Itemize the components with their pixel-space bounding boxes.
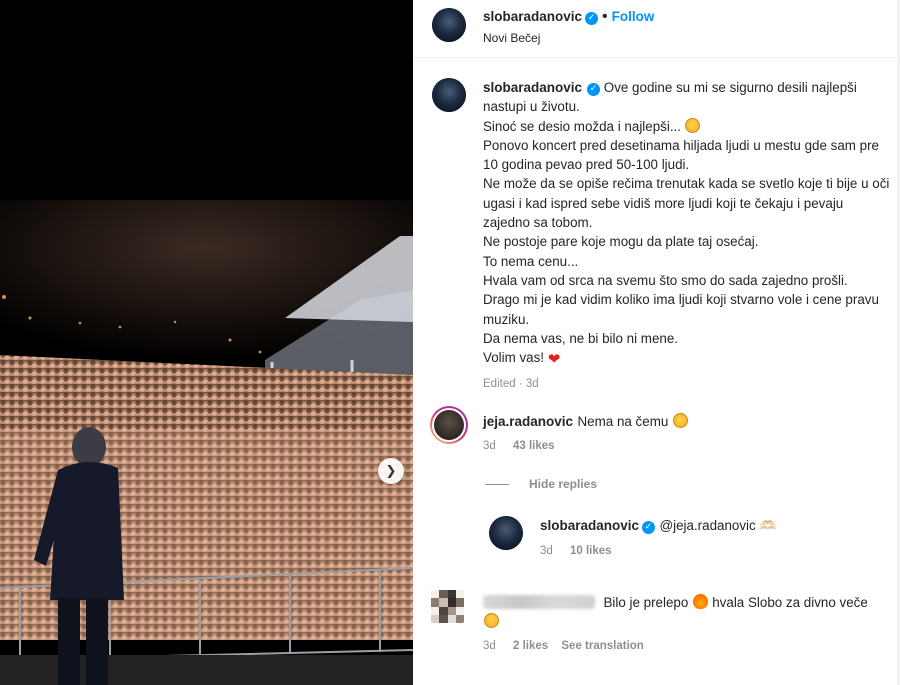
- post-details-panel: slobaradanovic ✓ • Follow Novi Bečej slobar…: [413, 0, 900, 685]
- hide-replies-button[interactable]: Hide replies: [485, 477, 597, 491]
- verified-badge-icon: ✓: [642, 521, 656, 534]
- grinning-face-emoji-icon: [672, 413, 688, 428]
- reply-1-likes[interactable]: 10 likes: [570, 545, 612, 557]
- caption-line-9: Da nema vas, ne bi bilo ni mene.: [483, 330, 679, 346]
- comment-2-emoji-line: [484, 613, 499, 631]
- post-photo[interactable]: ❯: [0, 0, 413, 685]
- caption-line-7: Hvala vam od srca na svemu što smo do sa…: [483, 272, 848, 288]
- caption-line-6: To nema cenu...: [483, 253, 579, 269]
- caption-line-2: Sinoć se desio možda i najlepši...: [483, 118, 681, 134]
- post-caption: slobaradanovic ✓ Ove godine su mi se sigu…: [483, 78, 893, 395]
- reply-1-meta: 3d 10 likes: [540, 545, 612, 557]
- reply-1-text: @jeja.radanovic 🫶🏻: [659, 518, 777, 533]
- avatar[interactable]: [432, 8, 466, 42]
- caption-meta: Edited · 3d: [483, 378, 539, 391]
- caption-username[interactable]: slobaradanovic: [483, 80, 582, 95]
- blurred-username[interactable]: [483, 595, 595, 609]
- caption-line-5: Ne postoje pare koje mogu da plate taj o…: [483, 234, 759, 250]
- chevron-right-icon[interactable]: ❯: [378, 458, 404, 484]
- comment-1-likes[interactable]: 43 likes: [513, 440, 555, 452]
- reply-1-username[interactable]: slobaradanovic: [540, 518, 639, 533]
- caption-line-8: Drago mi je kad vidim koliko ima ljudi k…: [483, 292, 879, 327]
- verified-badge-icon: ✓: [587, 83, 601, 96]
- see-translation-button[interactable]: See translation: [561, 640, 643, 652]
- caption-line-4: Ne može da se opiše rečima trenutak kada…: [483, 176, 890, 231]
- comment-2-text-after: hvala Slobo za divno veče: [712, 595, 868, 610]
- commenter-2-avatar[interactable]: [431, 590, 464, 623]
- hide-replies-label: Hide replies: [529, 477, 598, 491]
- caption-line-3: Ponovo koncert pred desetinama hiljada l…: [483, 137, 879, 173]
- red-heart-emoji-icon: ❤: [547, 350, 561, 369]
- commenter-avatar[interactable]: [430, 406, 468, 444]
- separator-dot: •: [602, 8, 608, 25]
- post-header: slobaradanovic ✓ • Follow Novi Bečej: [413, 0, 900, 58]
- comment-1: jeja.radanovic Nema na čemu: [483, 413, 688, 431]
- comment-2-likes[interactable]: 2 likes: [513, 640, 548, 652]
- caption-avatar[interactable]: [432, 78, 466, 112]
- caption-line-10: Volim vas!: [483, 350, 545, 366]
- comment-1-username[interactable]: jeja.radanovic: [483, 414, 573, 429]
- follow-button[interactable]: Follow: [612, 9, 655, 24]
- comment-2-meta: 3d 2 likes See translation: [483, 640, 644, 652]
- comment-2-age: 3d: [483, 640, 496, 652]
- reply-1: slobaradanovic ✓ @jeja.radanovic 🫶🏻: [540, 517, 776, 535]
- comment-1-text: Nema na čemu: [577, 414, 669, 429]
- reply-line-divider: [485, 483, 509, 485]
- reply-avatar[interactable]: [489, 516, 523, 550]
- comment-2: Bilo je prelepo hvala Slobo za divno več…: [483, 594, 868, 612]
- reply-1-age: 3d: [540, 545, 553, 557]
- fire-emoji-icon: [692, 594, 708, 609]
- header-user-line: slobaradanovic ✓ • Follow: [483, 8, 654, 26]
- comment-1-meta: 3d 43 likes: [483, 440, 555, 452]
- comment-1-age: 3d: [483, 440, 496, 452]
- smiling-face-emoji-icon: [684, 117, 700, 133]
- verified-badge-icon: ✓: [585, 12, 599, 25]
- post-location[interactable]: Novi Bečej: [483, 31, 540, 45]
- comment-2-text: Bilo je prelepo: [603, 595, 689, 610]
- concert-crowd-image: [0, 0, 413, 685]
- header-username[interactable]: slobaradanovic: [483, 9, 582, 24]
- smiling-face-emoji-icon: [484, 613, 499, 628]
